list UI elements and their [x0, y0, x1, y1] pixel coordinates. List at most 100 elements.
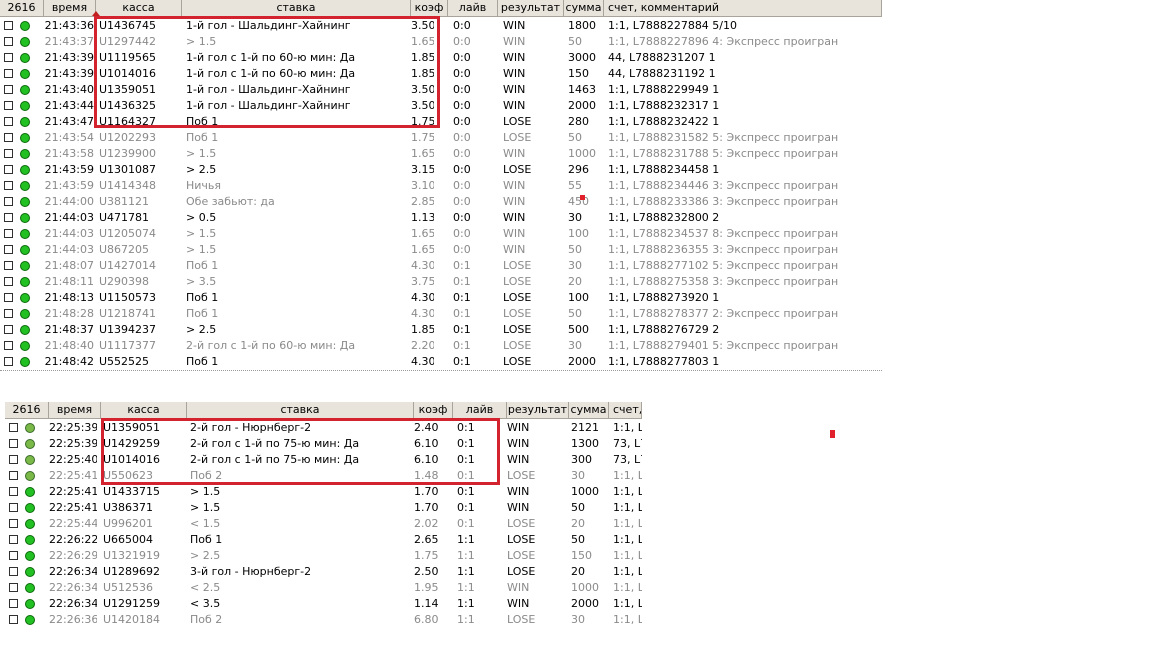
header-time[interactable]: время	[49, 402, 101, 418]
row-checkbox[interactable]	[4, 181, 13, 190]
table-row[interactable]: 22:25:44 U996201 < 1.5 2.02 0:1 LOSE 20 1:1, L7	[5, 516, 642, 532]
row-checkbox[interactable]	[4, 309, 13, 318]
row-checkbox[interactable]	[4, 277, 13, 286]
row-checkbox[interactable]	[9, 439, 18, 448]
cell-coef: 1.13	[411, 211, 434, 224]
row-checkbox[interactable]	[4, 197, 13, 206]
header-count[interactable]: 2616	[0, 0, 44, 16]
table-row[interactable]: 21:43:58 U1239900 > 1.5 1.65 0:0 WIN 1000 1:1, …	[0, 146, 882, 162]
table-row[interactable]: 22:25:39 U1429259 2-й гол с 1-й по 75-ю ми…	[5, 436, 642, 452]
header-time[interactable]: время	[44, 0, 96, 16]
header-sum[interactable]: сумма	[569, 402, 609, 418]
table-row[interactable]: 21:48:42 U552525 Поб 1 4.30 0:1 LOSE 2000 1:1, …	[0, 354, 882, 370]
row-checkbox[interactable]	[4, 213, 13, 222]
table-row[interactable]: 21:43:47 U1164327 Поб 1 1.75 0:0 LOSE 280 1:1, …	[0, 114, 882, 130]
cell-time: 21:48:13	[44, 291, 94, 304]
table-row[interactable]: 22:25:41 U550623 Поб 2 1.48 0:1 LOSE 30 1:1, L7	[5, 468, 642, 484]
cell-time: 21:43:59	[44, 179, 94, 192]
row-checkbox[interactable]	[4, 85, 13, 94]
row-checkbox[interactable]	[9, 503, 18, 512]
row-checkbox[interactable]	[4, 69, 13, 78]
cell-sum: 50	[568, 35, 582, 48]
table-row[interactable]: 21:43:39 U1014016 1-й гол с 1-й по 60-ю ми…	[0, 66, 882, 82]
row-checkbox[interactable]	[4, 165, 13, 174]
row-checkbox[interactable]	[9, 519, 18, 528]
table-row[interactable]: 22:25:39 U1359051 2-й гол - Нюрнберг-2 2.40…	[5, 420, 642, 436]
header-comment[interactable]: счет,	[609, 402, 642, 418]
table-row[interactable]: 21:43:59 U1301087 > 2.5 3.15 0:0 LOSE 296 1:1, …	[0, 162, 882, 178]
header-live[interactable]: лайв	[448, 0, 498, 16]
table-row[interactable]: 21:43:54 U1202293 Поб 1 1.75 0:0 LOSE 50 1:1, L…	[0, 130, 882, 146]
status-dot-icon	[20, 341, 30, 351]
table-row[interactable]: 21:48:28 U1218741 Поб 1 4.30 0:1 LOSE 50 1:1, L…	[0, 306, 882, 322]
table-row[interactable]: 22:26:34 U512536 < 2.5 1.95 1:1 WIN 1000 1:1, L…	[5, 580, 642, 596]
table-row[interactable]: 22:26:36 U1420184 Поб 2 6.80 1:1 LOSE 30 1:1, L…	[5, 612, 642, 628]
table-row[interactable]: 22:26:29 U1321919 > 2.5 1.75 1:1 LOSE 150 1:1, …	[5, 548, 642, 564]
header-coef[interactable]: коэф	[414, 402, 453, 418]
header-kassa[interactable]: касса	[96, 0, 182, 16]
row-checkbox[interactable]	[9, 583, 18, 592]
row-checkbox[interactable]	[4, 261, 13, 270]
table-row[interactable]: 21:43:59 U1414348 Ничья 3.10 0:0 WIN 55 1:1, L7…	[0, 178, 882, 194]
table-row[interactable]: 21:44:00 U381121 Обе забьют: да 2.85 0:0 WIN 4…	[0, 194, 882, 210]
row-checkbox[interactable]	[9, 471, 18, 480]
table-row[interactable]: 21:48:07 U1427014 Поб 1 4.30 0:1 LOSE 30 1:1, L…	[0, 258, 882, 274]
table-row[interactable]: 22:26:34 U1291259 < 3.5 1.14 1:1 WIN 2000 1:1, …	[5, 596, 642, 612]
row-checkbox[interactable]	[9, 615, 18, 624]
header-comment[interactable]: счет, комментарий	[604, 0, 882, 16]
row-checkbox[interactable]	[4, 101, 13, 110]
row-checkbox[interactable]	[4, 341, 13, 350]
row-checkbox[interactable]	[4, 37, 13, 46]
header-sum[interactable]: сумма	[564, 0, 604, 16]
header-coef[interactable]: коэф	[411, 0, 448, 16]
table-row[interactable]: 21:48:40 U1117377 2-й гол с 1-й по 60-ю ми…	[0, 338, 882, 354]
cell-result: LOSE	[507, 565, 536, 578]
table-row[interactable]: 21:44:03 U1205074 > 1.5 1.65 0:0 WIN 100 1:1, L…	[0, 226, 882, 242]
cell-result: WIN	[507, 581, 530, 594]
table-row[interactable]: 22:26:22 U665004 Поб 1 2.65 1:1 LOSE 50 1:1, L7	[5, 532, 642, 548]
table-row[interactable]: 22:25:41 U386371 > 1.5 1.70 0:1 WIN 50 1:1, L7	[5, 500, 642, 516]
row-checkbox[interactable]	[4, 245, 13, 254]
row-checkbox[interactable]	[4, 325, 13, 334]
row-checkbox[interactable]	[4, 229, 13, 238]
table-row[interactable]: 21:48:37 U1394237 > 2.5 1.85 0:1 LOSE 500 1:1, …	[0, 322, 882, 338]
cell-sum: 1463	[568, 83, 596, 96]
table-row[interactable]: 21:43:39 U1119565 1-й гол с 1-й по 60-ю ми…	[0, 50, 882, 66]
table-row[interactable]: 21:43:44 U1436325 1-й гол - Шальдинг-Хайни…	[0, 98, 882, 114]
row-checkbox[interactable]	[9, 455, 18, 464]
table-row[interactable]: 21:48:11 U290398 > 3.5 3.75 0:1 LOSE 20 1:1, L7…	[0, 274, 882, 290]
header-live[interactable]: лайв	[453, 402, 507, 418]
row-checkbox[interactable]	[4, 21, 13, 30]
table-row[interactable]: 21:43:40 U1359051 1-й гол - Шальдинг-Хайни…	[0, 82, 882, 98]
row-checkbox[interactable]	[4, 293, 13, 302]
header-result[interactable]: результат	[507, 402, 569, 418]
cell-live: 0:0	[453, 211, 471, 224]
table-row[interactable]: 22:26:34 U1289692 3-й гол - Нюрнберг-2 2.50…	[5, 564, 642, 580]
header-bet[interactable]: ставка	[187, 402, 414, 418]
header-kassa[interactable]: касса	[101, 402, 187, 418]
cell-sum: 20	[568, 275, 582, 288]
row-checkbox[interactable]	[9, 551, 18, 560]
table-row[interactable]: 22:25:41 U1433715 > 1.5 1.70 0:1 WIN 1000 1:1, …	[5, 484, 642, 500]
header-bet[interactable]: ставка	[182, 0, 411, 16]
row-checkbox[interactable]	[9, 599, 18, 608]
header-result[interactable]: результат	[498, 0, 564, 16]
row-checkbox[interactable]	[4, 117, 13, 126]
table-row[interactable]: 21:43:36 U1436745 1-й гол - Шальдинг-Хайни…	[0, 18, 882, 34]
row-checkbox[interactable]	[4, 53, 13, 62]
table-row[interactable]: 21:44:03 U867205 > 1.5 1.65 0:0 WIN 50 1:1, L78…	[0, 242, 882, 258]
cell-coef: 1.75	[411, 115, 434, 128]
table-row[interactable]: 21:44:03 U471781 > 0.5 1.13 0:0 WIN 30 1:1, L78…	[0, 210, 882, 226]
cell-coef: 2.40	[414, 421, 438, 434]
row-checkbox[interactable]	[9, 535, 18, 544]
row-checkbox[interactable]	[9, 567, 18, 576]
row-checkbox[interactable]	[9, 487, 18, 496]
table-row[interactable]: 21:48:13 U1150573 Поб 1 4.30 0:1 LOSE 100 1:1, …	[0, 290, 882, 306]
row-checkbox[interactable]	[4, 149, 13, 158]
row-checkbox[interactable]	[9, 423, 18, 432]
row-checkbox[interactable]	[4, 133, 13, 142]
header-count[interactable]: 2616	[5, 402, 49, 418]
table-row[interactable]: 21:43:37 U1297442 > 1.5 1.65 0:0 WIN 50 1:1, L7…	[0, 34, 882, 50]
table-row[interactable]: 22:25:40 U1014016 2-й гол с 1-й по 75-ю ми…	[5, 452, 642, 468]
row-checkbox[interactable]	[4, 357, 13, 366]
